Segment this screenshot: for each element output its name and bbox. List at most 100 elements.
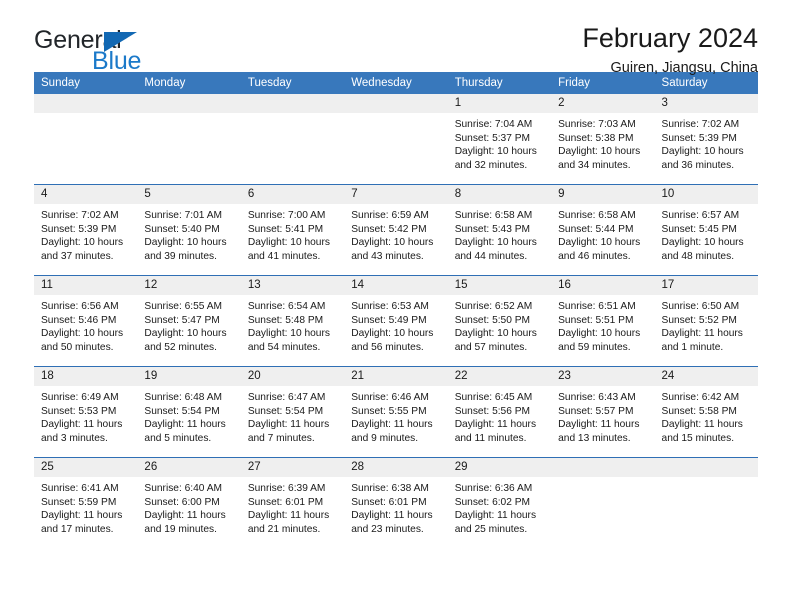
calendar-day-cell-empty: [344, 94, 448, 185]
calendar-week-row: 1 Sunrise: 7:04 AM Sunset: 5:37 PM Daylight…: [34, 94, 758, 185]
weekday-header-cell: Tuesday: [240, 72, 345, 94]
calendar-day-cell[interactable]: 2 Sunrise: 7:03 AM Sunset: 5:38 PM Daylight…: [551, 94, 655, 185]
weekday-header-cell: Thursday: [447, 72, 552, 94]
day-number: [137, 94, 241, 113]
calendar-day-cell[interactable]: 29 Sunrise: 6:36 AM Sunset: 6:02 PM Dayligh…: [447, 457, 552, 548]
sunset-text: Sunset: 5:54 PM: [144, 405, 220, 417]
day-details: Sunrise: 6:40 AM Sunset: 6:00 PM Daylight:…: [137, 477, 240, 536]
calendar-body: 1 Sunrise: 7:04 AM Sunset: 5:37 PM Daylight…: [34, 94, 758, 548]
day-details: Sunrise: 6:42 AM Sunset: 5:58 PM Daylight:…: [655, 386, 758, 445]
sunrise-text: Sunrise: 6:49 AM: [41, 392, 119, 403]
calendar-day-cell[interactable]: 15 Sunrise: 6:52 AM Sunset: 5:50 PM Dayligh…: [447, 275, 552, 367]
sunset-text: Sunset: 5:55 PM: [351, 405, 427, 417]
calendar-day-cell[interactable]: 3 Sunrise: 7:02 AM Sunset: 5:39 PM Daylight…: [654, 94, 758, 185]
calendar-day-cell[interactable]: 26 Sunrise: 6:40 AM Sunset: 6:00 PM Dayligh…: [137, 457, 241, 548]
sunset-text: Sunset: 6:00 PM: [144, 496, 220, 508]
day-details: Sunrise: 6:48 AM Sunset: 5:54 PM Daylight:…: [137, 386, 240, 445]
calendar-day-cell[interactable]: 12 Sunrise: 6:55 AM Sunset: 5:47 PM Dayligh…: [137, 275, 241, 367]
daylight-text: Daylight: 10 hours and 50 minutes.: [41, 328, 124, 353]
page-subtitle: Guiren, Jiangsu, China: [610, 60, 759, 76]
daylight-text: Daylight: 10 hours and 48 minutes.: [661, 237, 744, 262]
daylight-text: Daylight: 11 hours and 7 minutes.: [247, 419, 330, 444]
daylight-text: Daylight: 11 hours and 25 minutes.: [454, 510, 537, 535]
sunset-text: Sunset: 5:59 PM: [41, 496, 117, 508]
sunrise-text: Sunrise: 7:03 AM: [558, 119, 636, 130]
day-number: 17: [654, 276, 758, 295]
calendar-day-cell[interactable]: 4 Sunrise: 7:02 AM Sunset: 5:39 PM Daylight…: [34, 184, 138, 276]
sunset-text: Sunset: 5:47 PM: [144, 314, 220, 326]
sunrise-text: Sunrise: 7:02 AM: [661, 119, 740, 130]
sunrise-text: Sunrise: 6:39 AM: [247, 483, 326, 494]
calendar-day-cell[interactable]: 13 Sunrise: 6:54 AM Sunset: 5:48 PM Dayligh…: [240, 275, 345, 367]
sunset-text: Sunset: 5:42 PM: [351, 223, 427, 235]
sunrise-text: Sunrise: 6:50 AM: [661, 301, 740, 312]
sunrise-text: Sunrise: 6:46 AM: [351, 392, 429, 403]
day-number: 27: [240, 458, 345, 477]
sunset-text: Sunset: 5:52 PM: [661, 314, 737, 326]
calendar-day-cell[interactable]: 25 Sunrise: 6:41 AM Sunset: 5:59 PM Dayligh…: [34, 457, 138, 548]
calendar-day-cell[interactable]: 14 Sunrise: 6:53 AM Sunset: 5:49 PM Dayligh…: [344, 275, 448, 367]
sunset-text: Sunset: 5:46 PM: [41, 314, 117, 326]
calendar-day-cell[interactable]: 23 Sunrise: 6:43 AM Sunset: 5:57 PM Dayligh…: [551, 366, 655, 458]
sunset-text: Sunset: 5:43 PM: [454, 223, 531, 235]
calendar-day-cell[interactable]: 19 Sunrise: 6:48 AM Sunset: 5:54 PM Dayligh…: [137, 366, 241, 458]
day-details: Sunrise: 6:58 AM Sunset: 5:44 PM Daylight:…: [551, 204, 654, 263]
day-details: Sunrise: 6:39 AM Sunset: 6:01 PM Daylight:…: [241, 477, 344, 536]
day-details: Sunrise: 6:45 AM Sunset: 5:56 PM Daylight:…: [448, 386, 551, 445]
sunrise-text: Sunrise: 6:55 AM: [144, 301, 223, 312]
day-number: 15: [447, 276, 552, 295]
calendar-day-cell[interactable]: 10 Sunrise: 6:57 AM Sunset: 5:45 PM Dayligh…: [654, 184, 758, 276]
day-number: 14: [344, 276, 448, 295]
calendar-day-cell[interactable]: 28 Sunrise: 6:38 AM Sunset: 6:01 PM Dayligh…: [344, 457, 448, 548]
daylight-text: Daylight: 10 hours and 59 minutes.: [558, 328, 641, 353]
calendar-day-cell[interactable]: 21 Sunrise: 6:46 AM Sunset: 5:55 PM Dayligh…: [344, 366, 448, 458]
sunset-text: Sunset: 5:49 PM: [351, 314, 427, 326]
sunset-text: Sunset: 5:37 PM: [454, 132, 531, 144]
daylight-text: Daylight: 11 hours and 19 minutes.: [144, 510, 226, 535]
calendar-week-row: 25 Sunrise: 6:41 AM Sunset: 5:59 PM Dayligh…: [34, 457, 758, 548]
calendar-day-cell[interactable]: 9 Sunrise: 6:58 AM Sunset: 5:44 PM Daylight…: [551, 184, 655, 276]
calendar-day-cell[interactable]: 27 Sunrise: 6:39 AM Sunset: 6:01 PM Dayligh…: [240, 457, 345, 548]
day-number: 13: [240, 276, 345, 295]
daylight-text: Daylight: 10 hours and 46 minutes.: [558, 237, 641, 262]
calendar-day-cell-empty: [654, 457, 758, 548]
sunset-text: Sunset: 5:58 PM: [661, 405, 737, 417]
calendar-day-cell[interactable]: 11 Sunrise: 6:56 AM Sunset: 5:46 PM Dayligh…: [34, 275, 138, 367]
daylight-text: Daylight: 11 hours and 21 minutes.: [247, 510, 330, 535]
calendar-day-cell[interactable]: 7 Sunrise: 6:59 AM Sunset: 5:42 PM Daylight…: [344, 184, 448, 276]
day-number: 22: [447, 367, 552, 386]
sunset-text: Sunset: 5:44 PM: [558, 223, 634, 235]
day-details: Sunrise: 6:58 AM Sunset: 5:43 PM Daylight:…: [448, 204, 551, 263]
calendar-day-cell[interactable]: 6 Sunrise: 7:00 AM Sunset: 5:41 PM Daylight…: [240, 184, 345, 276]
calendar-day-cell[interactable]: 18 Sunrise: 6:49 AM Sunset: 5:53 PM Dayligh…: [34, 366, 138, 458]
calendar-day-cell[interactable]: 24 Sunrise: 6:42 AM Sunset: 5:58 PM Dayligh…: [654, 366, 758, 458]
sunrise-text: Sunrise: 6:45 AM: [454, 392, 533, 403]
day-number: 23: [551, 367, 655, 386]
day-details: Sunrise: 6:57 AM Sunset: 5:45 PM Daylight:…: [655, 204, 758, 263]
day-number: 6: [240, 185, 345, 204]
sunrise-text: Sunrise: 6:43 AM: [558, 392, 636, 403]
calendar-day-cell[interactable]: 17 Sunrise: 6:50 AM Sunset: 5:52 PM Dayligh…: [654, 275, 758, 367]
sunrise-text: Sunrise: 6:38 AM: [351, 483, 429, 494]
day-details: Sunrise: 6:55 AM Sunset: 5:47 PM Daylight:…: [137, 295, 240, 354]
day-details: Sunrise: 6:51 AM Sunset: 5:51 PM Daylight:…: [551, 295, 654, 354]
day-number: 19: [137, 367, 241, 386]
calendar-day-cell[interactable]: 5 Sunrise: 7:01 AM Sunset: 5:40 PM Daylight…: [137, 184, 241, 276]
calendar-day-cell[interactable]: 8 Sunrise: 6:58 AM Sunset: 5:43 PM Daylight…: [447, 184, 552, 276]
calendar-day-cell[interactable]: 16 Sunrise: 6:51 AM Sunset: 5:51 PM Dayligh…: [551, 275, 655, 367]
calendar-week-row: 4 Sunrise: 7:02 AM Sunset: 5:39 PM Daylight…: [34, 184, 758, 276]
daylight-text: Daylight: 11 hours and 15 minutes.: [661, 419, 743, 444]
sunset-text: Sunset: 5:48 PM: [247, 314, 324, 326]
day-details: Sunrise: 7:02 AM Sunset: 5:39 PM Daylight:…: [34, 204, 137, 263]
day-number: [551, 458, 655, 477]
calendar-day-cell[interactable]: 22 Sunrise: 6:45 AM Sunset: 5:56 PM Dayligh…: [447, 366, 552, 458]
day-details: Sunrise: 6:52 AM Sunset: 5:50 PM Daylight:…: [448, 295, 551, 354]
calendar-day-cell[interactable]: 20 Sunrise: 6:47 AM Sunset: 5:54 PM Dayligh…: [240, 366, 345, 458]
sunrise-text: Sunrise: 6:58 AM: [454, 210, 533, 221]
sunrise-text: Sunrise: 6:41 AM: [41, 483, 119, 494]
sunrise-text: Sunrise: 6:51 AM: [558, 301, 636, 312]
sunrise-text: Sunrise: 6:56 AM: [41, 301, 119, 312]
calendar-day-cell[interactable]: 1 Sunrise: 7:04 AM Sunset: 5:37 PM Daylight…: [447, 94, 552, 185]
day-number: 18: [34, 367, 138, 386]
sunrise-text: Sunrise: 7:00 AM: [247, 210, 326, 221]
